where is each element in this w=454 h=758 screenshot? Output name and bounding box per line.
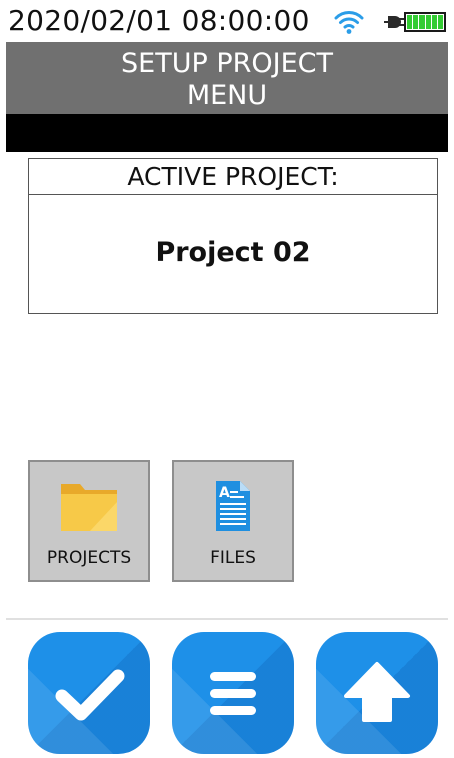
projects-button-label: PROJECTS [46,548,132,568]
status-bar: 2020/02/01 08:00:00 [6,0,448,42]
files-button-label: FILES [210,548,256,568]
active-project-name: Project 02 [155,237,311,268]
folder-icon [61,484,117,531]
divider [6,618,448,620]
arrow-up-icon [344,662,410,722]
up-button[interactable] [316,632,438,754]
checkmark-icon [55,669,125,721]
battery-full-icon [404,12,446,32]
page-title: SETUP PROJECT MENU [6,42,448,114]
wifi-icon [334,11,364,34]
active-project-heading: ACTIVE PROJECT: [29,159,437,195]
menu-button[interactable] [172,632,294,754]
document-icon: A [216,481,250,531]
menu-icon [210,672,256,715]
device-screen: 2020/02/01 08:00:00 SETUP PROJECT MENU A… [6,0,448,758]
page-title-line1: SETUP PROJECT [121,48,333,79]
page-title-line2: MENU [186,80,268,111]
clock-text: 2020/02/01 08:00:00 [8,4,310,37]
projects-button[interactable]: PROJECTS [28,460,150,582]
files-button[interactable]: A FILES [172,460,294,582]
svg-text:A: A [219,485,230,501]
header-band [6,114,448,152]
confirm-button[interactable] [28,632,150,754]
active-project-panel: ACTIVE PROJECT: Project 02 [28,158,438,314]
plug-icon [384,16,404,28]
